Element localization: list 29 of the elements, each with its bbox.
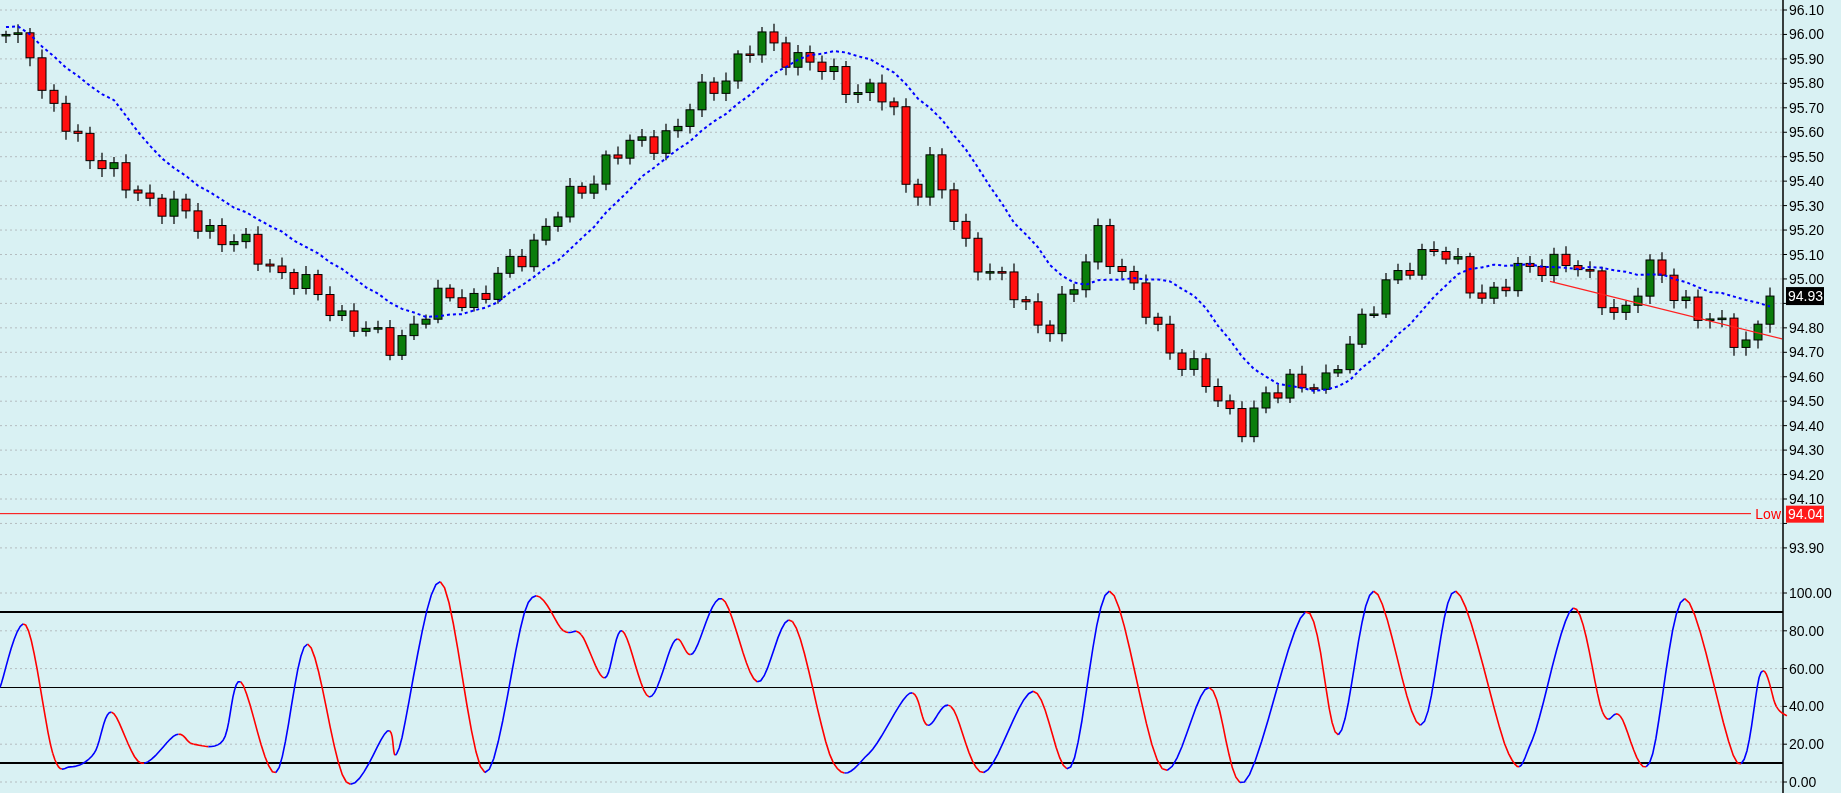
price-axis-label: 94.40	[1789, 417, 1825, 434]
low-line-label: Low	[1755, 505, 1781, 522]
price-axis-label: 94.60	[1789, 368, 1825, 385]
price-axis-label: 95.20	[1789, 222, 1825, 239]
oscillator-axis-label: 100.00	[1789, 585, 1832, 601]
oscillator-axis-label: 0.00	[1789, 774, 1817, 790]
price-axis-label: 95.00	[1789, 270, 1825, 287]
oscillator-axis-label: 60.00	[1789, 660, 1825, 677]
current-price-badge: 94.93	[1786, 287, 1824, 306]
price-axis-label: 95.60	[1789, 124, 1825, 141]
price-axis-label: 94.80	[1789, 319, 1825, 336]
price-axis-label: 94.10	[1789, 491, 1825, 507]
oscillator-axis-label: 80.00	[1789, 622, 1825, 639]
price-axis-label: 96.10	[1789, 2, 1825, 18]
price-axis-label: 94.50	[1789, 393, 1825, 410]
price-axis-label: 93.90	[1789, 539, 1825, 556]
price-axis-label: 94.30	[1789, 442, 1825, 459]
price-axis-label: 95.30	[1789, 197, 1825, 214]
price-axis-label: 95.50	[1789, 148, 1825, 165]
price-axis-label: 94.70	[1789, 344, 1825, 361]
price-axis-label: 94.20	[1789, 466, 1825, 483]
price-axis-label: 95.10	[1789, 246, 1825, 263]
oscillator-axis-label: 40.00	[1789, 698, 1825, 715]
price-axis-label: 96.00	[1789, 26, 1825, 43]
price-axis-label: 95.40	[1789, 173, 1825, 190]
oscillator-axis-label: 20.00	[1789, 736, 1825, 753]
price-axis-label: 95.70	[1789, 99, 1825, 116]
price-axis-label: 95.80	[1789, 75, 1825, 92]
price-axis-label: 95.90	[1789, 50, 1825, 67]
